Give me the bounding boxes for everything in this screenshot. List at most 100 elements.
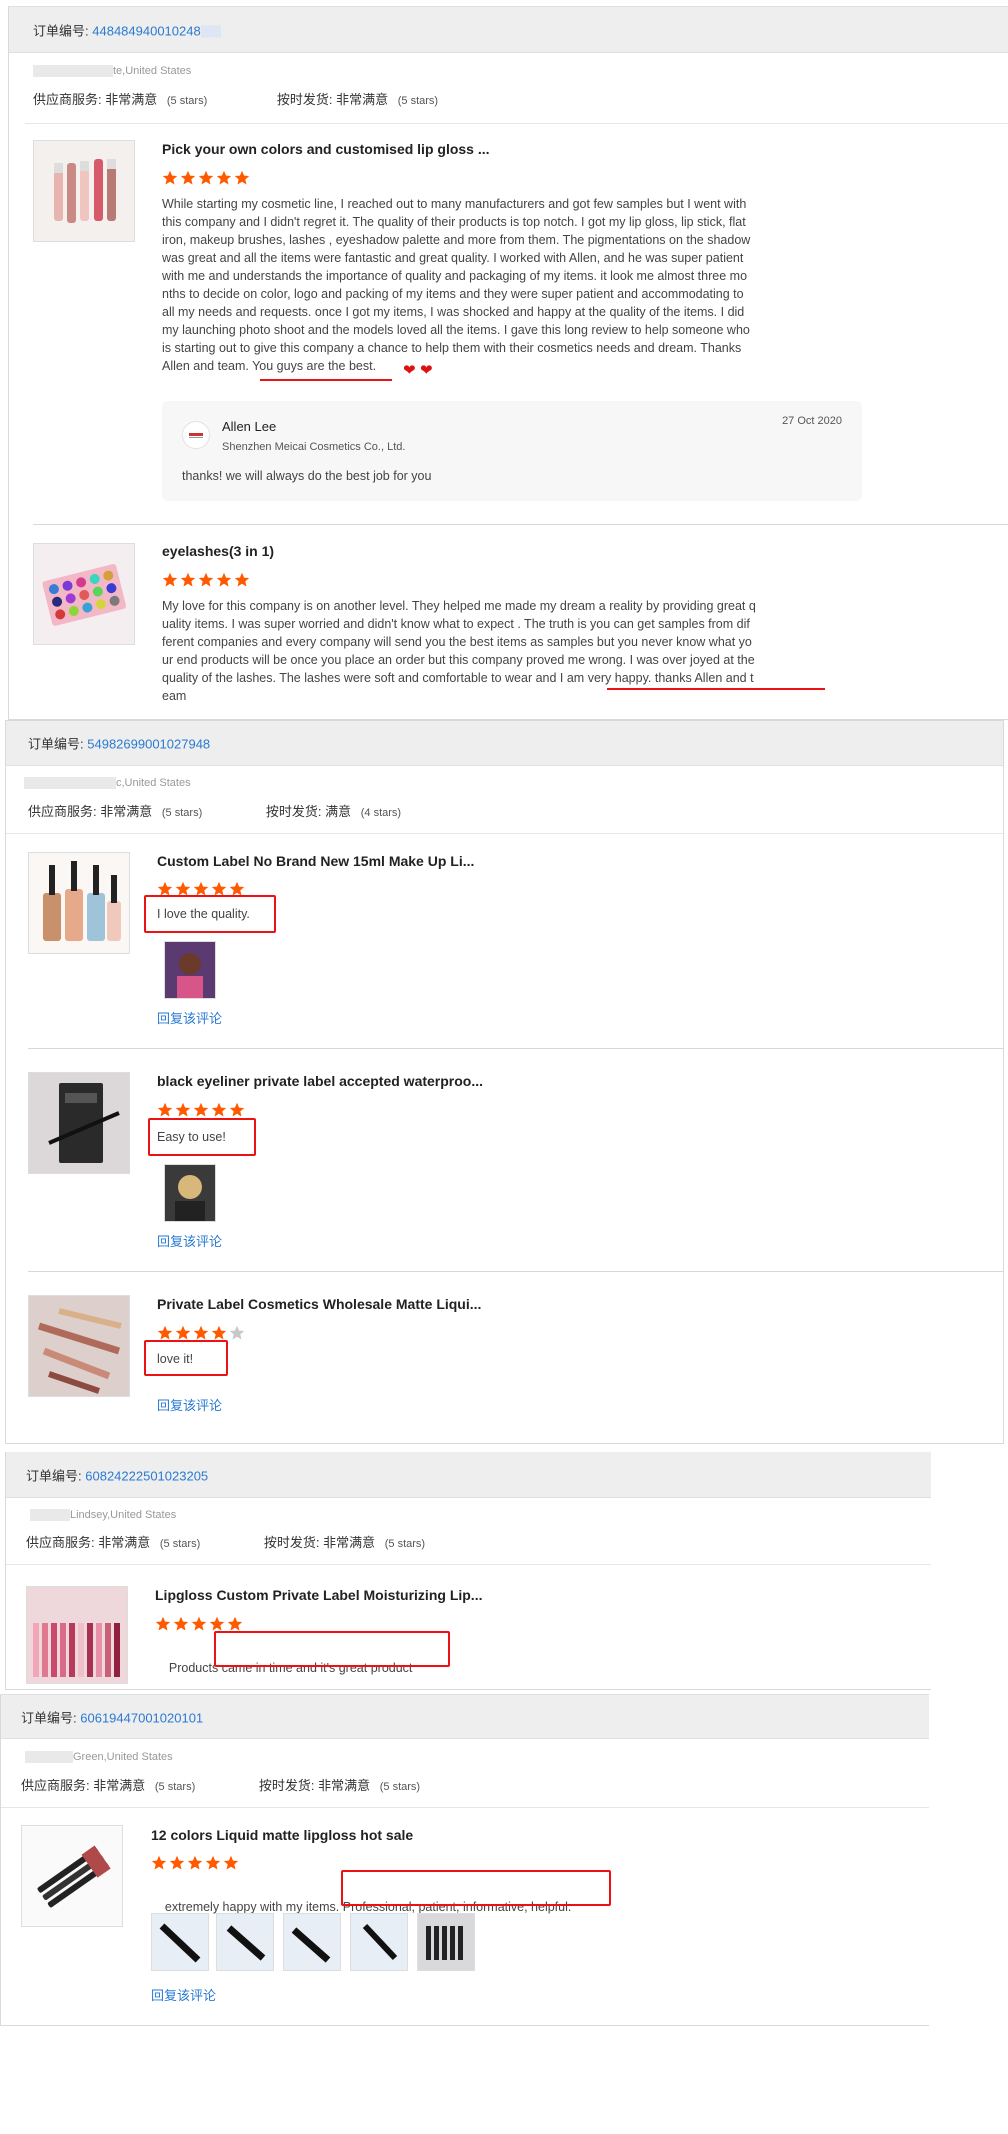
heart-icon: ❤ bbox=[403, 362, 416, 379]
review-text-line: nths to decide on color, logo and packin… bbox=[162, 287, 744, 301]
buyer-location: Lindsey,United States bbox=[30, 1509, 176, 1522]
review-text-line: iron, makeup brushes, lashes , eyeshadow… bbox=[162, 233, 751, 247]
product-image-matte-lipgloss[interactable] bbox=[21, 1825, 123, 1927]
seller-logo-icon bbox=[189, 433, 203, 438]
reply-review-link[interactable]: 回复该评论 bbox=[151, 1985, 216, 2004]
review-text-line: was great and all the items were fantast… bbox=[162, 251, 744, 265]
highlight-box bbox=[144, 895, 276, 933]
eyeshadow-palette-image bbox=[42, 564, 127, 626]
star-filled-icon bbox=[193, 1325, 209, 1340]
star-filled-icon bbox=[180, 572, 196, 587]
eyeliner-image bbox=[29, 1073, 129, 1173]
seller-company: Shenzhen Meicai Cosmetics Co., Ltd. bbox=[222, 441, 406, 453]
review-photo-image bbox=[177, 953, 203, 998]
order-header: 订单编号: 54982699001027948 bbox=[6, 721, 1003, 766]
order-id-link[interactable]: 60824222501023205 bbox=[85, 1468, 208, 1483]
order-ratings: 供应商服务: 非常满意 (5 stars) 按时发货: 非常满意 (5 star… bbox=[33, 92, 439, 107]
star-filled-icon bbox=[216, 572, 232, 587]
review-photo[interactable] bbox=[283, 1913, 341, 1971]
star-filled-icon bbox=[175, 1102, 191, 1117]
seller-name: Allen Lee bbox=[222, 419, 277, 434]
product-title[interactable]: Private Label Cosmetics Wholesale Matte … bbox=[157, 1296, 481, 1312]
star-filled-icon bbox=[151, 1855, 167, 1870]
star-rating bbox=[157, 1325, 247, 1341]
order-card: 订单编号: 60824222501023205 Lindsey,United S… bbox=[5, 1452, 931, 1690]
review-photo-image bbox=[226, 1925, 266, 1961]
reply-review-link[interactable]: 回复该评论 bbox=[157, 1231, 222, 1250]
product-image-dropper-bottles[interactable] bbox=[28, 852, 130, 954]
order-ratings: 供应商服务: 非常满意 (5 stars) 按时发货: 非常满意 (5 star… bbox=[26, 1535, 426, 1550]
product-title[interactable]: Pick your own colors and customised lip … bbox=[162, 141, 490, 157]
star-filled-icon bbox=[187, 1855, 203, 1870]
review-photo[interactable] bbox=[417, 1913, 475, 1971]
highlight-underline bbox=[260, 379, 392, 381]
reply-date: 27 Oct 2020 bbox=[782, 415, 842, 427]
highlight-box bbox=[341, 1870, 611, 1906]
star-filled-icon bbox=[193, 1102, 209, 1117]
star-filled-icon bbox=[157, 1325, 173, 1340]
star-filled-icon bbox=[173, 1616, 189, 1631]
product-title[interactable]: Custom Label No Brand New 15ml Make Up L… bbox=[157, 853, 474, 869]
review-photo[interactable] bbox=[350, 1913, 408, 1971]
review-photo[interactable] bbox=[164, 941, 216, 999]
reply-review-link[interactable]: 回复该评论 bbox=[157, 1008, 222, 1027]
star-filled-icon bbox=[175, 1325, 191, 1340]
review-text-line: Allen and team. You guys are the best. bbox=[162, 359, 377, 373]
star-filled-icon bbox=[157, 1102, 173, 1117]
lipgloss-set-image bbox=[27, 1587, 127, 1683]
star-filled-icon bbox=[155, 1616, 171, 1631]
product-image-lip-gloss[interactable] bbox=[33, 140, 135, 242]
product-image-eyeshadow[interactable] bbox=[33, 543, 135, 645]
order-id-link[interactable]: 54982699001027948 bbox=[87, 737, 210, 752]
star-filled-icon bbox=[229, 1102, 245, 1117]
star-rating bbox=[155, 1616, 245, 1632]
product-image-lipgloss-set[interactable] bbox=[26, 1586, 128, 1684]
star-filled-icon bbox=[223, 1855, 239, 1870]
review-text-line: My love for this company is on another l… bbox=[162, 599, 756, 613]
product-title[interactable]: Lipgloss Custom Private Label Moisturizi… bbox=[155, 1587, 482, 1603]
star-filled-icon bbox=[234, 572, 250, 587]
product-title[interactable]: eyelashes(3 in 1) bbox=[162, 543, 274, 559]
star-filled-icon bbox=[227, 1616, 243, 1631]
product-image-liquid-lipstick[interactable] bbox=[28, 1295, 130, 1397]
order-number: 订单编号: 60619447001020101 bbox=[21, 1710, 204, 1725]
order-ratings: 供应商服务: 非常满意 (5 stars) 按时发货: 满意 (4 stars) bbox=[28, 804, 402, 819]
highlight-box bbox=[148, 1118, 256, 1156]
star-filled-icon bbox=[162, 572, 178, 587]
matte-lipgloss-image bbox=[37, 1845, 111, 1908]
review-photo[interactable] bbox=[216, 1913, 274, 1971]
order-id-link[interactable]: 60619447001020101 bbox=[80, 1710, 203, 1725]
review-photo-image bbox=[159, 1923, 201, 1963]
star-empty-icon bbox=[229, 1325, 245, 1340]
order-number: 订单编号: 448484940010248 bbox=[33, 20, 221, 39]
product-image-eyeliner[interactable] bbox=[28, 1072, 130, 1174]
reply-text: thanks! we will always do the best job f… bbox=[182, 469, 432, 483]
review-photo[interactable] bbox=[151, 1913, 209, 1971]
review-photo[interactable] bbox=[164, 1164, 216, 1222]
review-text-line: my launching photo shoot and the models … bbox=[162, 323, 750, 337]
buyer-location: Green,United States bbox=[25, 1751, 173, 1764]
review-photo-image bbox=[362, 1923, 398, 1961]
star-filled-icon bbox=[216, 170, 232, 185]
lip-gloss-tubes-image bbox=[54, 159, 116, 223]
star-filled-icon bbox=[209, 1616, 225, 1631]
order-card: 订单编号: 54982699001027948 c,United States … bbox=[5, 720, 1004, 1444]
buyer-location: te,United States bbox=[33, 65, 191, 78]
star-filled-icon bbox=[198, 170, 214, 185]
product-title[interactable]: black eyeliner private label accepted wa… bbox=[157, 1073, 483, 1089]
review-text-line: is starting out to give this company a c… bbox=[162, 341, 742, 355]
star-rating bbox=[162, 170, 252, 186]
review-photo-image bbox=[291, 1927, 331, 1963]
order-id-link[interactable]: 448484940010248 bbox=[92, 23, 200, 38]
review-text-line: ur end products will be once you place a… bbox=[162, 653, 755, 667]
highlight-box bbox=[144, 1340, 228, 1376]
review-text-line: all my needs and requests. once I got my… bbox=[162, 305, 745, 319]
star-rating bbox=[157, 1102, 247, 1118]
reply-review-link[interactable]: 回复该评论 bbox=[157, 1395, 222, 1414]
star-rating bbox=[151, 1855, 241, 1871]
product-title[interactable]: 12 colors Liquid matte lipgloss hot sale bbox=[151, 1827, 413, 1843]
star-filled-icon bbox=[180, 170, 196, 185]
review-photo-image bbox=[175, 1175, 205, 1221]
order-number: 订单编号: 54982699001027948 bbox=[28, 736, 211, 752]
dropper-bottles-image bbox=[43, 861, 121, 941]
